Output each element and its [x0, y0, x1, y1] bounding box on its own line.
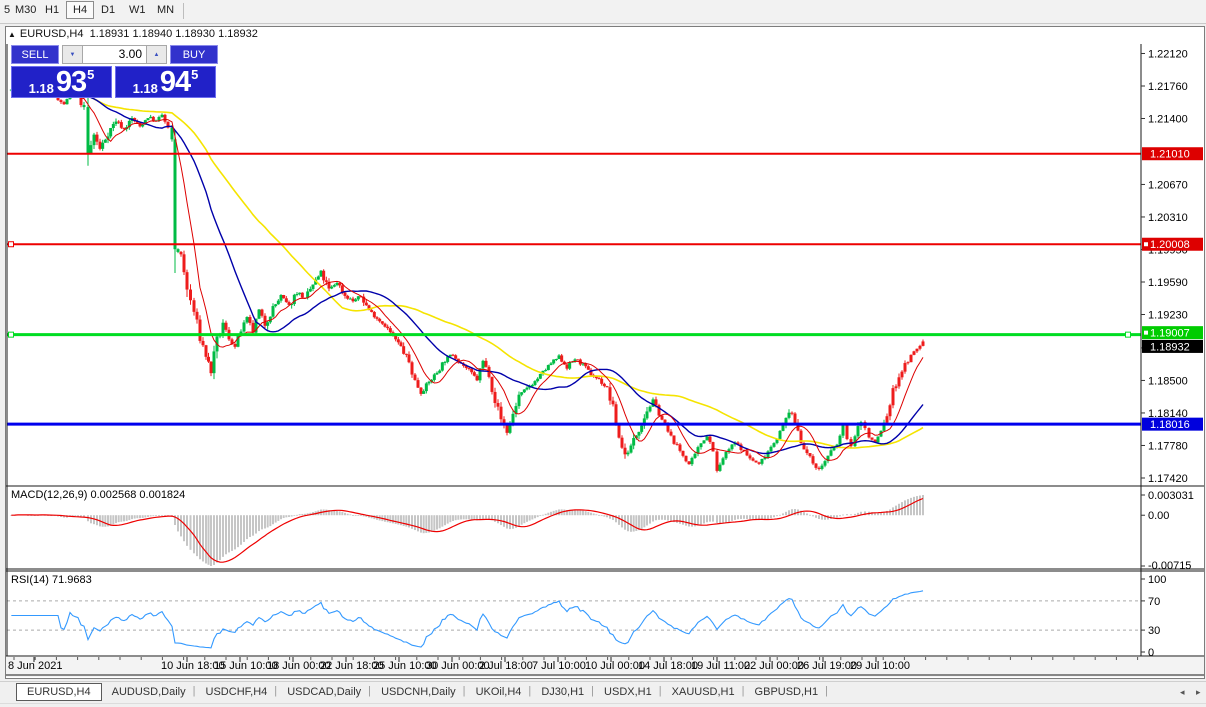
- svg-text:1.18932: 1.18932: [1150, 341, 1190, 353]
- macd-signal: [11, 499, 923, 563]
- svg-text:1.17780: 1.17780: [1148, 440, 1188, 452]
- tab-usdx-h1[interactable]: USDX,H1: [597, 683, 659, 700]
- svg-text:1.19230: 1.19230: [1148, 310, 1188, 322]
- chart-ohlc-values: 1.18931 1.18940 1.18930 1.18932: [90, 28, 258, 40]
- tab-eurusd-h4[interactable]: EURUSD,H4: [16, 683, 102, 701]
- sell-price-prefix: 1.18: [29, 82, 54, 96]
- axis-price-tag-1.18932: 1.18932: [1142, 340, 1203, 354]
- hline-1.19007[interactable]: [7, 332, 1141, 337]
- svg-text:1.20670: 1.20670: [1148, 179, 1188, 191]
- tab-ukoil-h4[interactable]: UKOil,H4: [469, 683, 529, 700]
- rsi: [11, 591, 923, 648]
- time-label: 19 Jul 11:00: [691, 660, 750, 672]
- rsi-levels: [7, 601, 1141, 630]
- timeframe-toolbar: 5 M30 H1 H4 D1 W1 MN: [0, 0, 1206, 24]
- buy-button[interactable]: BUY: [170, 45, 218, 64]
- tf-button-m30[interactable]: M30: [15, 4, 36, 16]
- buy-price-pip: 5: [191, 67, 198, 82]
- macd-label: MACD(12,26,9) 0.002568 0.001824: [11, 489, 185, 501]
- buy-price-big: 94: [160, 70, 190, 96]
- axis-price-tag-1.18016: 1.18016: [1142, 418, 1203, 432]
- sell-price-button[interactable]: 1.18935: [11, 66, 112, 98]
- svg-text:1.18016: 1.18016: [1150, 419, 1190, 431]
- macd-title: MACD(12,26,9) 0.002568 0.001824: [11, 489, 185, 501]
- axis-price-tag-1.20008: 1.20008: [1142, 238, 1203, 252]
- time-label: 22 Jul 00:00: [744, 660, 804, 672]
- tf-button-h4[interactable]: H4: [66, 1, 94, 19]
- rsi-line: [11, 591, 923, 648]
- sell-price-big: 93: [56, 70, 86, 96]
- volume-decrease-button[interactable]: ▼: [62, 45, 83, 64]
- svg-text:1.22120: 1.22120: [1148, 48, 1188, 60]
- rsi-label: RSI(14) 71.9683: [11, 574, 92, 586]
- svg-text:1.19007: 1.19007: [1150, 328, 1190, 340]
- svg-text:1.21400: 1.21400: [1148, 114, 1188, 126]
- ma-slow-line: [11, 86, 923, 448]
- time-label: 8 Jun 2021: [8, 660, 62, 672]
- svg-text:1.20310: 1.20310: [1148, 212, 1188, 224]
- tf-button-w1[interactable]: W1: [129, 4, 146, 16]
- svg-text:30: 30: [1148, 625, 1160, 637]
- svg-text:1.20008: 1.20008: [1150, 239, 1190, 251]
- macd-histogram: [10, 495, 924, 566]
- tab-xauusd-h1[interactable]: XAUUSD,H1: [665, 683, 742, 700]
- sell-button[interactable]: SELL: [11, 45, 59, 64]
- indicator-axes: 0.003031 0.00 -0.00715 100 70 30 0: [1141, 490, 1194, 659]
- sell-price-pip: 5: [87, 67, 94, 82]
- status-strip: [0, 703, 1206, 707]
- tab-gbpusd-h1[interactable]: GBPUSD,H1: [748, 683, 826, 700]
- svg-text:0.003031: 0.003031: [1148, 490, 1194, 502]
- svg-text:100: 100: [1148, 574, 1166, 586]
- axis-price-tag-1.19007: 1.19007: [1142, 326, 1203, 340]
- buy-price-prefix: 1.18: [133, 82, 158, 96]
- rsi-title: RSI(14) 71.9683: [11, 574, 92, 586]
- tab-usdcnh-daily[interactable]: USDCNH,Daily: [374, 683, 463, 700]
- mt4-terminal: 5 M30 H1 H4 D1 W1 MN ▲ EURUSD,H4 1.18931 …: [0, 0, 1206, 707]
- tabs-scroll-left-icon[interactable]: ◂: [1180, 687, 1185, 698]
- one-click-trading-panel: SELL ▼ 3.00 ▲ BUY 1.18935 1.18945: [11, 45, 220, 98]
- svg-text:1.21010: 1.21010: [1150, 149, 1190, 161]
- time-label: 29 Jul 10:00: [850, 660, 910, 672]
- svg-text:1.18500: 1.18500: [1148, 375, 1188, 387]
- svg-text:1.21760: 1.21760: [1148, 81, 1188, 93]
- svg-text:0: 0: [1148, 647, 1154, 659]
- ma-fast-line: [11, 86, 923, 460]
- time-label: 26 Jul 19:00: [797, 660, 857, 672]
- buy-price-button[interactable]: 1.18945: [115, 66, 216, 98]
- candles: [10, 84, 925, 473]
- volume-input[interactable]: 3.00: [83, 45, 146, 64]
- tf-button-d1[interactable]: D1: [101, 4, 115, 16]
- hline-1.20008[interactable]: [7, 242, 1141, 247]
- svg-text:70: 70: [1148, 596, 1160, 608]
- svg-text:0.00: 0.00: [1148, 510, 1169, 522]
- price-chart[interactable]: 1.221201.217601.214001.206701.203101.199…: [6, 44, 1204, 677]
- tab-dj30-h1[interactable]: DJ30,H1: [534, 683, 591, 700]
- axis-price-tag-1.21010: 1.21010: [1142, 147, 1203, 161]
- moving-averages: [11, 86, 923, 460]
- time-label: 14 Jul 18:00: [638, 660, 698, 672]
- svg-text:-0.00715: -0.00715: [1148, 560, 1191, 572]
- time-label: 10 Jul 00:00: [585, 660, 645, 672]
- svg-text:1.17420: 1.17420: [1148, 473, 1188, 485]
- tf-button-mn[interactable]: MN: [157, 4, 174, 16]
- chart-symbol-period: EURUSD,H4: [20, 28, 84, 40]
- collapse-arrow-icon[interactable]: ▲: [8, 30, 16, 39]
- toolbar-separator: [183, 3, 184, 19]
- panel-borders: [6, 44, 1204, 675]
- chart-tabbar: EURUSD,H4 AUDUSD,Daily| USDCHF,H4| USDCA…: [0, 681, 1206, 704]
- time-label: 7 Jul 10:00: [532, 660, 586, 672]
- tab-usdcad-daily[interactable]: USDCAD,Daily: [280, 683, 368, 700]
- ma-mid-line: [11, 86, 923, 453]
- volume-increase-button[interactable]: ▲: [146, 45, 167, 64]
- tab-usdchf-h4[interactable]: USDCHF,H4: [199, 683, 275, 700]
- tf-button-m5-partial[interactable]: 5: [4, 4, 10, 16]
- tab-audusd-daily[interactable]: AUDUSD,Daily: [105, 683, 193, 700]
- chart-title: ▲ EURUSD,H4 1.18931 1.18940 1.18930 1.189…: [6, 28, 1136, 43]
- tabs-scroll-right-icon[interactable]: ▸: [1196, 687, 1201, 698]
- time-label: 2 Jul 18:00: [479, 660, 533, 672]
- macd-signal-line: [11, 499, 923, 563]
- tf-button-h1[interactable]: H1: [45, 4, 59, 16]
- svg-text:1.19590: 1.19590: [1148, 277, 1188, 289]
